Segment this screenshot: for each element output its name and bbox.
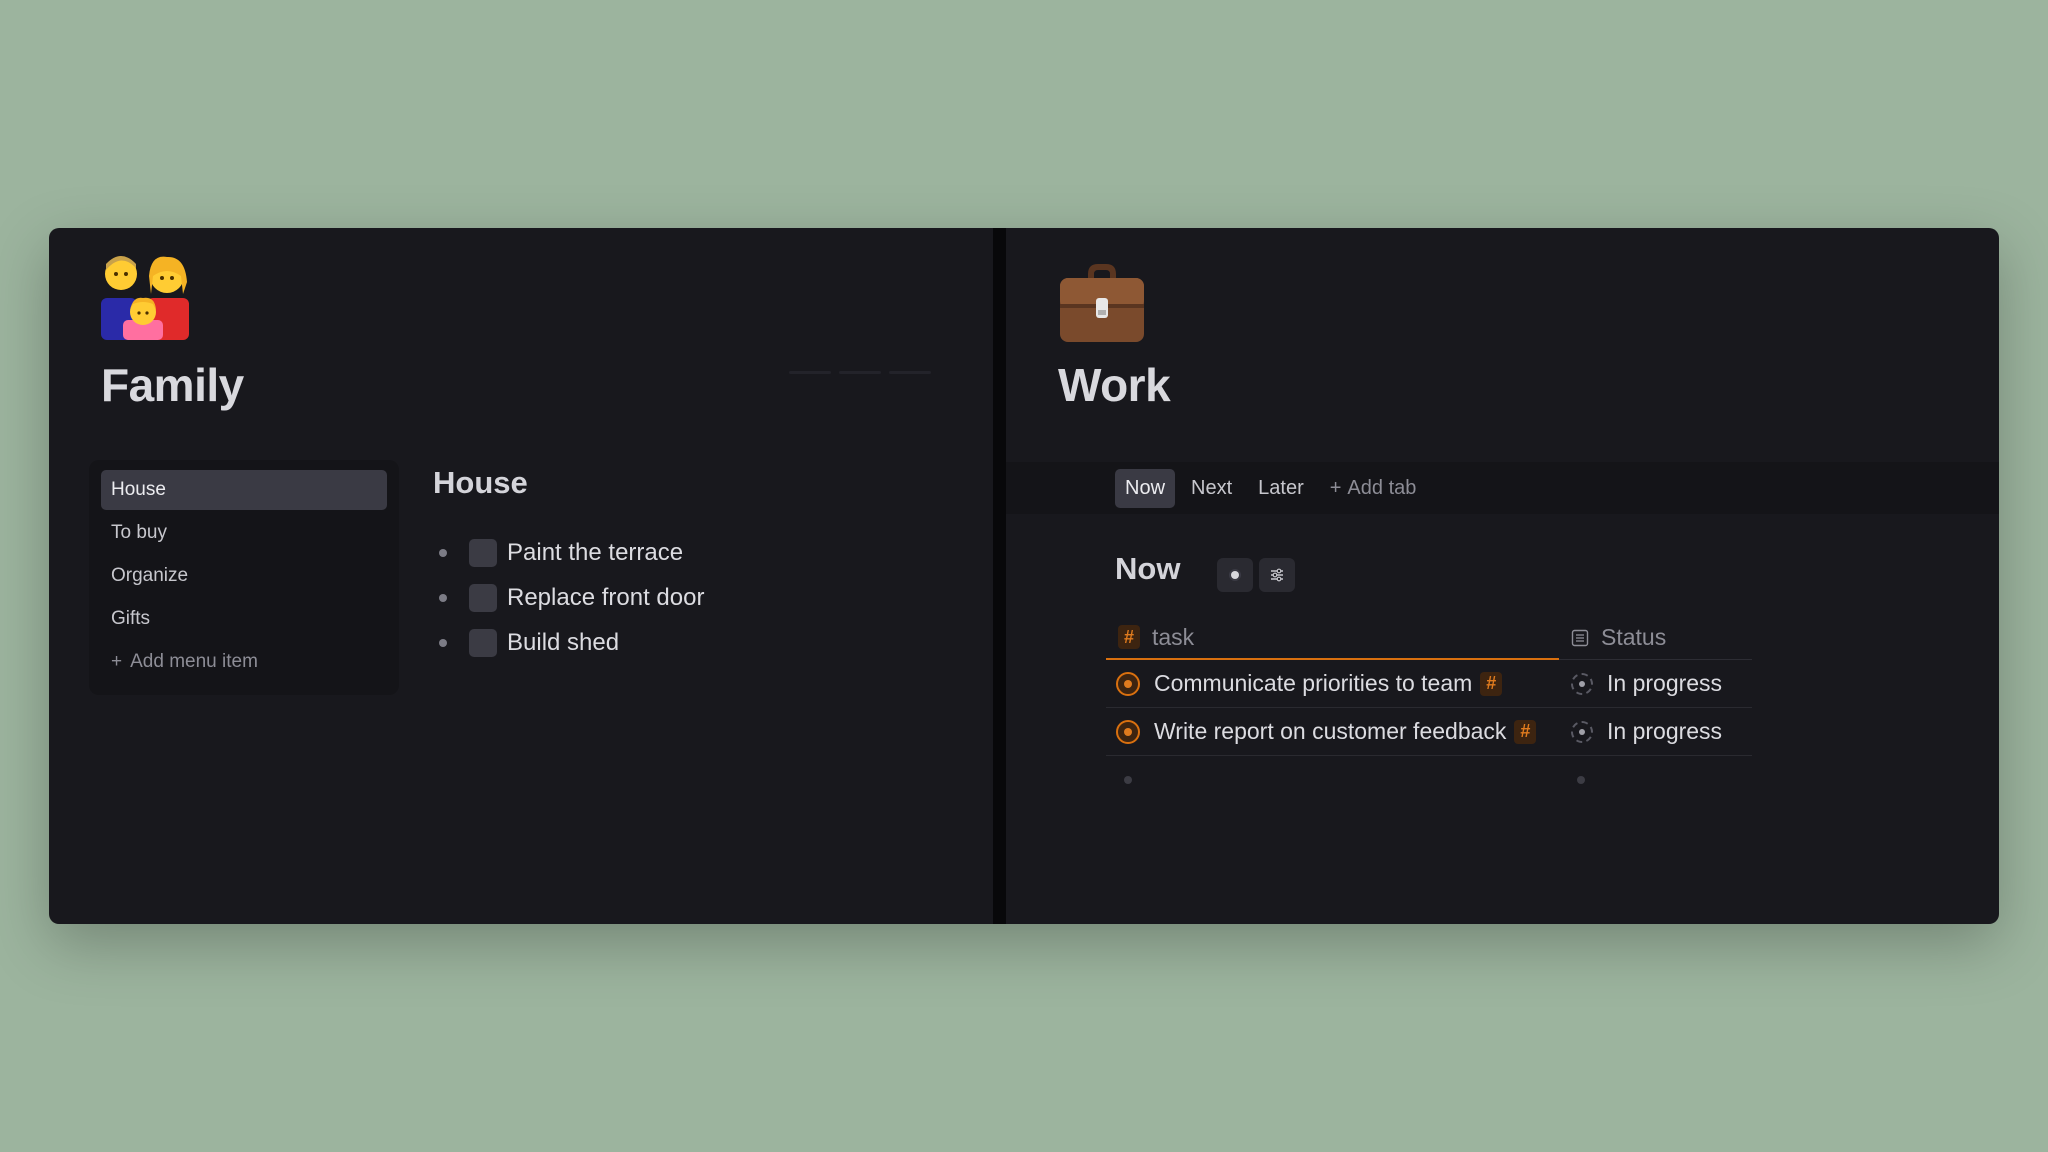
todo-item: Paint the terrace (439, 530, 704, 575)
bullet-icon (439, 593, 447, 602)
hash-icon: # (1118, 625, 1140, 649)
page-title: Work (1058, 359, 1171, 411)
tabs: Now Next Later + Add tab (1115, 462, 1426, 514)
table-row[interactable]: Communicate priorities to team # In prog… (1106, 660, 1752, 708)
sidebar-menu: House To buy Organize Gifts + Add menu it… (89, 460, 399, 695)
column-header-task[interactable]: # task (1106, 616, 1559, 660)
menu-item-gifts[interactable]: Gifts (101, 599, 387, 639)
status-cell[interactable]: In progress (1559, 660, 1752, 708)
column-header-label: Status (1601, 624, 1667, 650)
plus-icon: + (111, 651, 123, 672)
todo-checkbox[interactable] (469, 628, 497, 657)
view-controls (1217, 558, 1295, 592)
todo-label[interactable]: Replace front door (507, 584, 704, 612)
tab-later[interactable]: Later (1248, 469, 1314, 508)
empty-dot-icon (1577, 776, 1585, 784)
pane-divider[interactable] (993, 228, 1006, 924)
menu-item-to-buy[interactable]: To buy (101, 513, 387, 553)
hash-icon: # (1480, 671, 1503, 696)
list-icon (1571, 629, 1589, 646)
section-title: House (433, 465, 528, 500)
todo-item: Build shed (439, 620, 704, 665)
table-body: Communicate priorities to team # In prog… (1106, 660, 1752, 804)
todo-checkbox[interactable] (469, 583, 497, 612)
hash-icon: # (1514, 719, 1537, 744)
sliders-icon (1271, 568, 1283, 582)
column-header-label: task (1152, 623, 1195, 650)
table-row[interactable]: Write report on customer feedback # In p… (1106, 708, 1752, 756)
table-header: # task Status (1106, 616, 1752, 660)
filter-settings-button[interactable] (1259, 558, 1295, 592)
todo-label[interactable]: Build shed (507, 629, 619, 657)
view-toggle-button[interactable] (1217, 558, 1253, 592)
status-label: In progress (1607, 670, 1723, 696)
task-title[interactable]: Write report on customer feedback (1154, 718, 1506, 745)
todo-item: Replace front door (439, 575, 704, 620)
plus-icon: + (1329, 476, 1342, 499)
empty-dot-icon (1124, 776, 1132, 784)
column-header-status[interactable]: Status (1559, 616, 1752, 660)
task-status-icon[interactable] (1116, 671, 1140, 696)
status-icon (1571, 672, 1593, 695)
family-emoji-icon (101, 256, 189, 340)
page-toolbar-placeholder (789, 371, 931, 374)
add-tab-label: Add tab (1347, 476, 1417, 499)
section-title: Now (1115, 551, 1181, 586)
status-cell[interactable]: In progress (1559, 708, 1752, 756)
menu-item-house[interactable]: House (101, 470, 387, 510)
work-pane: Work Now Next Later + Add tab Now # task… (1006, 228, 1999, 924)
tab-next[interactable]: Next (1181, 469, 1242, 508)
menu-item-organize[interactable]: Organize (101, 556, 387, 596)
app-window: Family House To buy Organize Gifts + Add … (49, 228, 1999, 924)
tab-now[interactable]: Now (1115, 468, 1176, 508)
todo-checkbox[interactable] (469, 538, 497, 567)
family-pane: Family House To buy Organize Gifts + Add … (49, 228, 993, 924)
task-status-icon[interactable] (1116, 719, 1140, 744)
status-icon (1571, 720, 1593, 743)
dot-icon (1229, 569, 1241, 581)
add-tab-button[interactable]: + Add tab (1320, 469, 1427, 508)
todo-list: Paint the terrace Replace front door Bui… (439, 530, 704, 665)
bullet-icon (439, 638, 447, 647)
new-row-placeholder[interactable] (1106, 756, 1752, 804)
page-title: Family (101, 359, 244, 411)
task-cell[interactable]: Communicate priorities to team # (1106, 660, 1559, 708)
add-menu-item-button[interactable]: + Add menu item (101, 642, 387, 682)
add-menu-item-label: Add menu item (130, 651, 258, 672)
bullet-icon (439, 548, 447, 557)
task-cell[interactable]: Write report on customer feedback # (1106, 708, 1559, 756)
todo-label[interactable]: Paint the terrace (507, 539, 683, 567)
status-label: In progress (1607, 718, 1723, 744)
briefcase-emoji-icon (1060, 264, 1144, 342)
task-title[interactable]: Communicate priorities to team (1154, 670, 1472, 697)
